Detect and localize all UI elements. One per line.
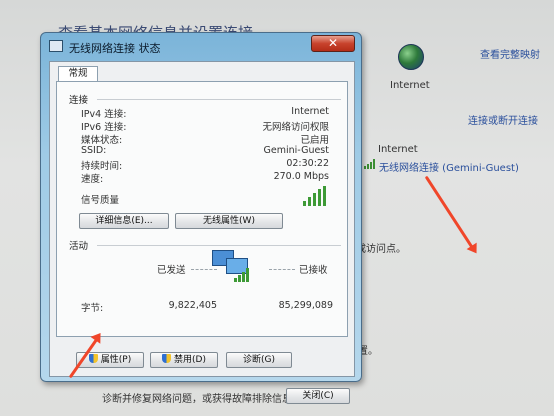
- speed-value: 270.0 Mbps: [273, 171, 329, 182]
- connect-disconnect-link[interactable]: 连接或断开连接: [468, 112, 538, 127]
- uac-shield-icon: [162, 354, 172, 363]
- tab-general[interactable]: 常规: [58, 66, 98, 82]
- network-activity-icon: [210, 248, 256, 288]
- media-state-label: 媒体状态:: [81, 135, 123, 146]
- close-button[interactable]: 关闭(C): [286, 388, 350, 404]
- dialog-titlebar[interactable]: 无线网络连接 状态: [47, 38, 307, 56]
- activity-section-title: 活动: [69, 241, 89, 252]
- view-full-map-link[interactable]: 查看完整映射: [480, 46, 540, 61]
- ssid-value: Gemini-Guest: [263, 145, 329, 156]
- disable-button[interactable]: 禁用(D): [150, 352, 218, 368]
- duration-label: 持续时间:: [81, 161, 123, 172]
- diagnose-text: 诊断并修复网络问题，或获得故障排除信息。: [102, 394, 302, 405]
- dialog-title: 无线网络连接 状态: [69, 42, 161, 55]
- network-icon: [49, 40, 63, 52]
- close-icon[interactable]: ✕: [311, 35, 355, 52]
- duration-value: 02:30:22: [286, 158, 329, 169]
- connection-section-title: 连接: [69, 95, 89, 106]
- ipv6-value: 无网络访问权限: [262, 122, 329, 133]
- general-tab-body: 连接 IPv4 连接: Internet IPv6 连接: 无网络访问权限 媒体…: [56, 81, 348, 337]
- bytes-label: 字节:: [81, 303, 104, 314]
- wireless-properties-button[interactable]: 无线属性(W): [175, 213, 283, 229]
- access-point-text: 成访问点。: [356, 244, 406, 255]
- annotation-arrow: [424, 175, 475, 250]
- divider: [97, 245, 341, 246]
- desktop-screen: 查看基本网络信息并设置连接 查看完整映射 Internet 连接或断开连接 In…: [0, 0, 554, 416]
- signal-strength-icon: [303, 186, 331, 206]
- wireless-status-dialog: 无线网络连接 状态 ✕ 常规 连接 IPv4 连接: Internet IPv6…: [40, 32, 362, 404]
- ssid-label: SSID:: [81, 145, 107, 156]
- ipv4-label: IPv4 连接:: [81, 109, 127, 120]
- details-button[interactable]: 详细信息(E)...: [79, 213, 169, 229]
- wireless-connection-link[interactable]: 无线网络连接 (Gemini-Guest): [379, 159, 519, 174]
- wifi-signal-icon: [364, 157, 378, 169]
- divider: [97, 99, 341, 100]
- access-type-label: Internet: [378, 144, 418, 155]
- sent-label: 已发送: [157, 265, 186, 276]
- ipv4-value: Internet: [291, 106, 329, 117]
- bytes-sent-value: 9,822,405: [168, 300, 217, 311]
- received-label: 已接收: [299, 265, 328, 276]
- globe-icon: [398, 44, 424, 70]
- signal-quality-label: 信号质量: [81, 195, 120, 206]
- speed-label: 速度:: [81, 174, 104, 185]
- uac-shield-icon: [88, 354, 98, 363]
- bytes-received-value: 85,299,089: [278, 300, 333, 311]
- diagnose-button[interactable]: 诊断(G): [226, 352, 292, 368]
- media-state-value: 已启用: [300, 135, 329, 146]
- divider: [269, 269, 295, 270]
- internet-node-label: Internet: [390, 80, 430, 91]
- ipv6-label: IPv6 连接:: [81, 122, 127, 133]
